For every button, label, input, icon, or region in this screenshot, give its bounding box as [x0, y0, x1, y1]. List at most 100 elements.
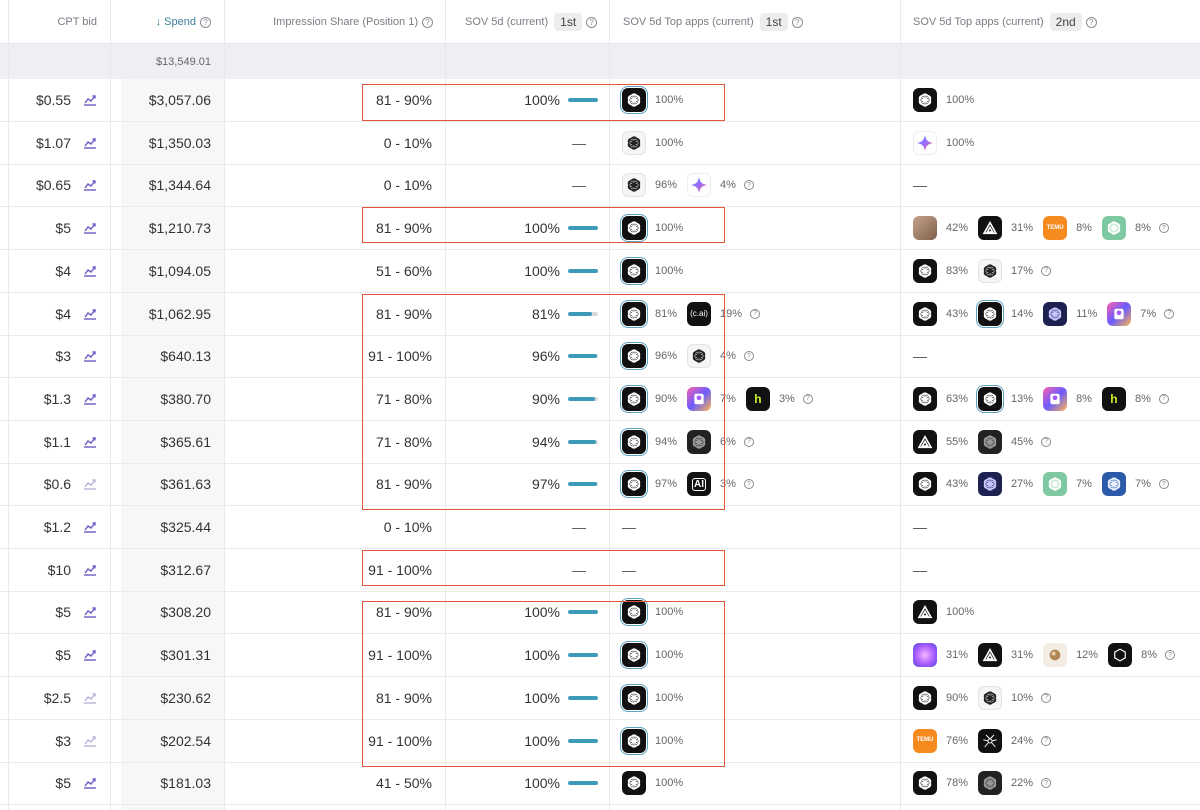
table-row[interactable]: $10 $312.67 91 - 100% — — —: [0, 549, 1200, 592]
dark-ai-app-icon[interactable]: [978, 771, 1003, 796]
app-share-item[interactable]: 7%?: [1101, 472, 1169, 497]
app-share-item[interactable]: 90%: [620, 384, 677, 413]
header-spend[interactable]: ↓ Spend?: [121, 0, 211, 44]
trend-chart-icon[interactable]: [83, 776, 97, 790]
chatgpt-app-icon[interactable]: [978, 685, 1003, 710]
chatgpt-app-icon[interactable]: [976, 299, 1005, 328]
app-share-item[interactable]: 8%: [1043, 386, 1092, 411]
cpt-bid-value[interactable]: $5: [0, 207, 71, 249]
trend-chart-icon[interactable]: [83, 136, 97, 150]
cpt-bid-value[interactable]: $5: [0, 591, 71, 633]
orb-app-icon[interactable]: [913, 643, 937, 668]
trend-chart-icon[interactable]: [83, 178, 97, 192]
cpt-bid-value[interactable]: $5: [0, 762, 71, 804]
dark-ai-app-icon[interactable]: [978, 429, 1003, 454]
app-share-item[interactable]: 31%: [978, 216, 1033, 241]
table-row[interactable]: $3 $202.54 91 - 100% 100% 100% TEMU 76% 24%?: [0, 720, 1200, 763]
header-cpt-bid[interactable]: CPT bid: [0, 0, 97, 44]
app-share-item[interactable]: 100%: [620, 683, 683, 712]
perplexity-app-icon[interactable]: [687, 386, 712, 411]
app-share-item[interactable]: 96%: [622, 173, 677, 198]
table-row[interactable]: $1.3 $380.70 71 - 80% 90% 90% 7% h 3%? 63% 13% 8% h…: [0, 378, 1200, 421]
spider-app-icon[interactable]: [978, 728, 1003, 753]
character-ai-app-icon[interactable]: (c.ai): [687, 301, 712, 326]
table-row[interactable]: $0.55 $3,057.06 81 - 90% 100% 100% 100%: [0, 79, 1200, 122]
chatgpt-app-icon[interactable]: [620, 641, 648, 670]
chatgpt-app-icon[interactable]: [620, 598, 648, 627]
trend-chart-icon[interactable]: [83, 605, 97, 619]
table-row[interactable]: $1.1 $365.61 71 - 80% 94% 94% 6%? 55% 45%?: [0, 421, 1200, 464]
table-row[interactable]: $5 $301.31 91 - 100% 100% 100% 31% 31% 12% 8%?: [0, 634, 1200, 678]
trend-chart-icon[interactable]: [83, 307, 97, 321]
chatgpt-app-icon[interactable]: [913, 88, 937, 112]
app-share-item[interactable]: (c.ai) 19%?: [687, 301, 761, 326]
navy-ai-app-icon[interactable]: [978, 472, 1003, 497]
chatgpt-app-icon[interactable]: [620, 342, 648, 371]
hogge-app-icon[interactable]: h: [745, 386, 770, 411]
app-share-item[interactable]: 27%: [978, 472, 1033, 497]
app-share-item[interactable]: h 8%?: [1101, 386, 1169, 411]
table-row[interactable]: $0.6 $361.63 81 - 90% 97% 97% AI 3%? 43% 27% 7% 7%…: [0, 463, 1200, 507]
trend-chart-icon[interactable]: [83, 734, 97, 748]
app-share-item[interactable]: 43%: [913, 301, 968, 326]
trend-chart-icon[interactable]: [83, 93, 97, 107]
help-icon[interactable]: ?: [743, 180, 754, 191]
delta-app-icon[interactable]: [978, 216, 1003, 241]
delta-app-icon[interactable]: [913, 600, 937, 625]
help-icon[interactable]: ?: [1041, 436, 1052, 447]
green-ai-app-icon[interactable]: [1101, 216, 1126, 241]
help-icon[interactable]: ?: [1041, 778, 1052, 789]
chatgpt-app-icon[interactable]: [913, 386, 937, 411]
photo-app-icon[interactable]: [913, 216, 937, 241]
app-share-item[interactable]: 100%: [620, 256, 683, 285]
app-share-item[interactable]: 94%: [620, 427, 677, 456]
app-share-item[interactable]: 100%: [913, 88, 974, 112]
cpt-bid-value[interactable]: $1.1: [0, 421, 71, 463]
app-share-item[interactable]: 100%: [620, 641, 683, 670]
delta-app-icon[interactable]: [978, 643, 1003, 668]
table-row[interactable]: $1.2 $325.44 0 - 10% — — —: [0, 506, 1200, 549]
header-sov5d[interactable]: SOV 5d (current) 1st?: [465, 0, 610, 44]
app-share-item[interactable]: 90%: [913, 685, 968, 710]
chatgpt-app-icon[interactable]: [622, 173, 646, 198]
app-share-item[interactable]: 7%: [1043, 472, 1092, 497]
help-icon[interactable]: ?: [1158, 479, 1169, 490]
cpt-bid-value[interactable]: $0.6: [0, 463, 71, 505]
rank-badge[interactable]: 2nd: [1049, 13, 1082, 31]
app-share-item[interactable]: AI 3%?: [687, 472, 754, 497]
trend-chart-icon[interactable]: [83, 349, 97, 363]
app-share-item[interactable]: 6%?: [687, 429, 754, 454]
header-sov5d-top-2nd[interactable]: SOV 5d Top apps (current) 2nd?: [913, 0, 1173, 44]
app-share-item[interactable]: 100%: [620, 598, 683, 627]
app-share-item[interactable]: 12%: [1043, 643, 1098, 668]
help-icon[interactable]: ?: [743, 351, 754, 362]
help-icon[interactable]: ?: [802, 393, 813, 404]
help-icon[interactable]: ?: [743, 479, 754, 490]
chatgpt-app-icon[interactable]: [913, 685, 937, 710]
chatgpt-app-icon[interactable]: [913, 771, 937, 796]
app-share-item[interactable]: 96%: [620, 342, 677, 371]
help-icon[interactable]: ?: [200, 16, 211, 28]
chatgpt-app-icon[interactable]: [620, 299, 648, 328]
hex-app-icon[interactable]: [1108, 643, 1133, 668]
navy-ai-app-icon[interactable]: [1043, 301, 1068, 326]
chatgpt-app-icon[interactable]: [620, 470, 648, 499]
app-share-item[interactable]: 97%: [620, 470, 677, 499]
app-share-item[interactable]: 14%: [976, 299, 1033, 328]
cpt-bid-value[interactable]: $0.55: [0, 79, 71, 121]
help-icon[interactable]: ?: [422, 16, 433, 28]
trend-chart-icon[interactable]: [83, 221, 97, 235]
app-share-item[interactable]: 100%: [622, 130, 683, 155]
chatgpt-app-icon[interactable]: [913, 472, 937, 497]
help-icon[interactable]: ?: [750, 308, 761, 319]
dark-ai-app-icon[interactable]: [687, 429, 712, 454]
table-row[interactable]: $5 $308.20 81 - 90% 100% 100% 100%: [0, 591, 1200, 635]
chatgpt-app-icon[interactable]: [620, 726, 648, 755]
hogge-app-icon[interactable]: h: [1101, 386, 1126, 411]
cpt-bid-value[interactable]: $4: [0, 250, 71, 292]
app-share-item[interactable]: 24%?: [978, 728, 1052, 753]
chatgpt-app-icon[interactable]: [620, 384, 648, 413]
trend-chart-icon[interactable]: [83, 392, 97, 406]
delta-app-icon[interactable]: [913, 429, 937, 454]
cpt-bid-value[interactable]: $5: [0, 634, 71, 676]
